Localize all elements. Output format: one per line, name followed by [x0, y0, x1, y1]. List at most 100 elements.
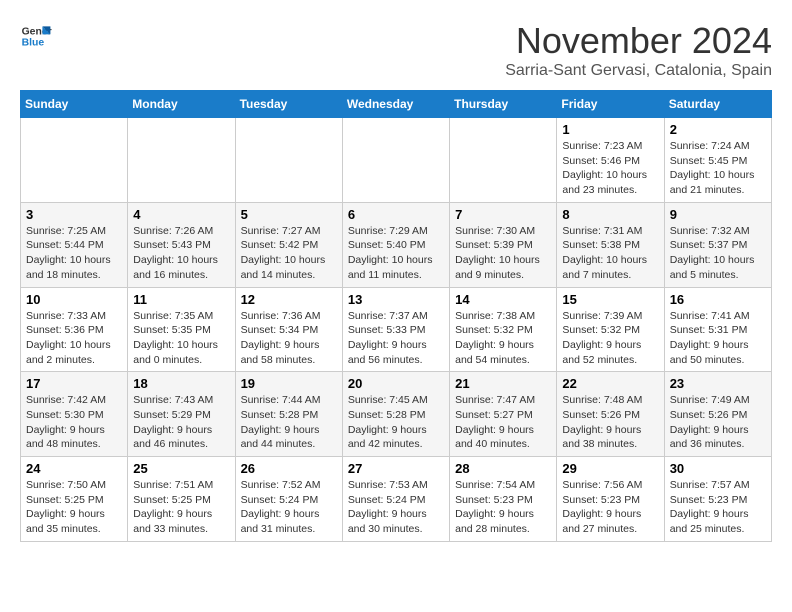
day-detail: Sunrise: 7:48 AM Sunset: 5:26 PM Dayligh… [562, 393, 658, 452]
day-number: 4 [133, 207, 229, 222]
day-detail: Sunrise: 7:38 AM Sunset: 5:32 PM Dayligh… [455, 309, 551, 368]
day-header-friday: Friday [557, 91, 664, 118]
day-detail: Sunrise: 7:33 AM Sunset: 5:36 PM Dayligh… [26, 309, 122, 368]
day-number: 2 [670, 122, 766, 137]
day-detail: Sunrise: 7:54 AM Sunset: 5:23 PM Dayligh… [455, 478, 551, 537]
day-header-sunday: Sunday [21, 91, 128, 118]
day-number: 6 [348, 207, 444, 222]
title-section: November 2024 Sarria-Sant Gervasi, Catal… [505, 20, 772, 80]
day-number: 21 [455, 376, 551, 391]
day-header-thursday: Thursday [450, 91, 557, 118]
day-detail: Sunrise: 7:36 AM Sunset: 5:34 PM Dayligh… [241, 309, 337, 368]
day-number: 11 [133, 292, 229, 307]
calendar-table: SundayMondayTuesdayWednesdayThursdayFrid… [20, 90, 772, 542]
day-detail: Sunrise: 7:49 AM Sunset: 5:26 PM Dayligh… [670, 393, 766, 452]
day-detail: Sunrise: 7:25 AM Sunset: 5:44 PM Dayligh… [26, 224, 122, 283]
day-number: 14 [455, 292, 551, 307]
day-detail: Sunrise: 7:41 AM Sunset: 5:31 PM Dayligh… [670, 309, 766, 368]
calendar-week-3: 10 Sunrise: 7:33 AM Sunset: 5:36 PM Dayli… [21, 287, 772, 372]
day-header-monday: Monday [128, 91, 235, 118]
day-number: 23 [670, 376, 766, 391]
day-detail: Sunrise: 7:27 AM Sunset: 5:42 PM Dayligh… [241, 224, 337, 283]
day-detail: Sunrise: 7:56 AM Sunset: 5:23 PM Dayligh… [562, 478, 658, 537]
day-detail: Sunrise: 7:26 AM Sunset: 5:43 PM Dayligh… [133, 224, 229, 283]
calendar-cell [21, 118, 128, 203]
day-number: 17 [26, 376, 122, 391]
calendar-cell: 29 Sunrise: 7:56 AM Sunset: 5:23 PM Dayli… [557, 457, 664, 542]
day-detail: Sunrise: 7:43 AM Sunset: 5:29 PM Dayligh… [133, 393, 229, 452]
calendar-header-row: SundayMondayTuesdayWednesdayThursdayFrid… [21, 91, 772, 118]
calendar-cell: 6Sunrise: 7:29 AM Sunset: 5:40 PM Daylig… [342, 202, 449, 287]
calendar-cell: 16Sunrise: 7:41 AM Sunset: 5:31 PM Dayli… [664, 287, 771, 372]
day-detail: Sunrise: 7:45 AM Sunset: 5:28 PM Dayligh… [348, 393, 444, 452]
day-detail: Sunrise: 7:51 AM Sunset: 5:25 PM Dayligh… [133, 478, 229, 537]
day-detail: Sunrise: 7:50 AM Sunset: 5:25 PM Dayligh… [26, 478, 122, 537]
calendar-cell [128, 118, 235, 203]
day-detail: Sunrise: 7:39 AM Sunset: 5:32 PM Dayligh… [562, 309, 658, 368]
day-detail: Sunrise: 7:31 AM Sunset: 5:38 PM Dayligh… [562, 224, 658, 283]
day-number: 25 [133, 461, 229, 476]
svg-text:Blue: Blue [22, 38, 45, 49]
calendar-cell: 28 Sunrise: 7:54 AM Sunset: 5:23 PM Dayli… [450, 457, 557, 542]
calendar-week-5: 24 Sunrise: 7:50 AM Sunset: 5:25 PM Dayli… [21, 457, 772, 542]
calendar-cell: 26 Sunrise: 7:52 AM Sunset: 5:24 PM Dayli… [235, 457, 342, 542]
day-number: 22 [562, 376, 658, 391]
calendar-cell [450, 118, 557, 203]
calendar-body: 1Sunrise: 7:23 AM Sunset: 5:46 PM Daylig… [21, 118, 772, 542]
day-number: 19 [241, 376, 337, 391]
calendar-cell: 3 Sunrise: 7:25 AM Sunset: 5:44 PM Daylig… [21, 202, 128, 287]
day-number: 8 [562, 207, 658, 222]
day-detail: Sunrise: 7:37 AM Sunset: 5:33 PM Dayligh… [348, 309, 444, 368]
day-number: 27 [348, 461, 444, 476]
day-number: 12 [241, 292, 337, 307]
calendar-week-4: 17Sunrise: 7:42 AM Sunset: 5:30 PM Dayli… [21, 372, 772, 457]
day-number: 20 [348, 376, 444, 391]
calendar-cell: 20 Sunrise: 7:45 AM Sunset: 5:28 PM Dayli… [342, 372, 449, 457]
day-number: 18 [133, 376, 229, 391]
logo: General Blue [20, 20, 52, 52]
day-header-saturday: Saturday [664, 91, 771, 118]
day-header-wednesday: Wednesday [342, 91, 449, 118]
calendar-cell: 11Sunrise: 7:35 AM Sunset: 5:35 PM Dayli… [128, 287, 235, 372]
calendar-cell: 30Sunrise: 7:57 AM Sunset: 5:23 PM Dayli… [664, 457, 771, 542]
calendar-cell: 10 Sunrise: 7:33 AM Sunset: 5:36 PM Dayli… [21, 287, 128, 372]
calendar-cell: 4 Sunrise: 7:26 AM Sunset: 5:43 PM Daylig… [128, 202, 235, 287]
calendar-cell: 9 Sunrise: 7:32 AM Sunset: 5:37 PM Daylig… [664, 202, 771, 287]
day-header-tuesday: Tuesday [235, 91, 342, 118]
calendar-cell: 19 Sunrise: 7:44 AM Sunset: 5:28 PM Dayli… [235, 372, 342, 457]
day-detail: Sunrise: 7:24 AM Sunset: 5:45 PM Dayligh… [670, 139, 766, 198]
day-number: 1 [562, 122, 658, 137]
calendar-week-1: 1Sunrise: 7:23 AM Sunset: 5:46 PM Daylig… [21, 118, 772, 203]
logo-icon: General Blue [20, 20, 52, 52]
calendar-cell: 18 Sunrise: 7:43 AM Sunset: 5:29 PM Dayli… [128, 372, 235, 457]
day-detail: Sunrise: 7:32 AM Sunset: 5:37 PM Dayligh… [670, 224, 766, 283]
day-number: 30 [670, 461, 766, 476]
day-number: 7 [455, 207, 551, 222]
calendar-cell: 17Sunrise: 7:42 AM Sunset: 5:30 PM Dayli… [21, 372, 128, 457]
day-number: 3 [26, 207, 122, 222]
day-number: 26 [241, 461, 337, 476]
day-detail: Sunrise: 7:44 AM Sunset: 5:28 PM Dayligh… [241, 393, 337, 452]
day-detail: Sunrise: 7:52 AM Sunset: 5:24 PM Dayligh… [241, 478, 337, 537]
calendar-cell: 25 Sunrise: 7:51 AM Sunset: 5:25 PM Dayli… [128, 457, 235, 542]
day-number: 24 [26, 461, 122, 476]
calendar-cell: 27 Sunrise: 7:53 AM Sunset: 5:24 PM Dayli… [342, 457, 449, 542]
day-number: 28 [455, 461, 551, 476]
calendar-cell: 5 Sunrise: 7:27 AM Sunset: 5:42 PM Daylig… [235, 202, 342, 287]
day-number: 29 [562, 461, 658, 476]
calendar-cell: 23 Sunrise: 7:49 AM Sunset: 5:26 PM Dayli… [664, 372, 771, 457]
day-number: 9 [670, 207, 766, 222]
day-number: 10 [26, 292, 122, 307]
location-title: Sarria-Sant Gervasi, Catalonia, Spain [505, 62, 772, 80]
calendar-cell: 24 Sunrise: 7:50 AM Sunset: 5:25 PM Dayli… [21, 457, 128, 542]
day-detail: Sunrise: 7:53 AM Sunset: 5:24 PM Dayligh… [348, 478, 444, 537]
day-number: 5 [241, 207, 337, 222]
calendar-cell: 15Sunrise: 7:39 AM Sunset: 5:32 PM Dayli… [557, 287, 664, 372]
day-detail: Sunrise: 7:47 AM Sunset: 5:27 PM Dayligh… [455, 393, 551, 452]
calendar-cell [235, 118, 342, 203]
calendar-cell: 7 Sunrise: 7:30 AM Sunset: 5:39 PM Daylig… [450, 202, 557, 287]
calendar-cell: 8 Sunrise: 7:31 AM Sunset: 5:38 PM Daylig… [557, 202, 664, 287]
calendar-cell: 2 Sunrise: 7:24 AM Sunset: 5:45 PM Daylig… [664, 118, 771, 203]
day-detail: Sunrise: 7:30 AM Sunset: 5:39 PM Dayligh… [455, 224, 551, 283]
calendar-cell: 14 Sunrise: 7:38 AM Sunset: 5:32 PM Dayli… [450, 287, 557, 372]
